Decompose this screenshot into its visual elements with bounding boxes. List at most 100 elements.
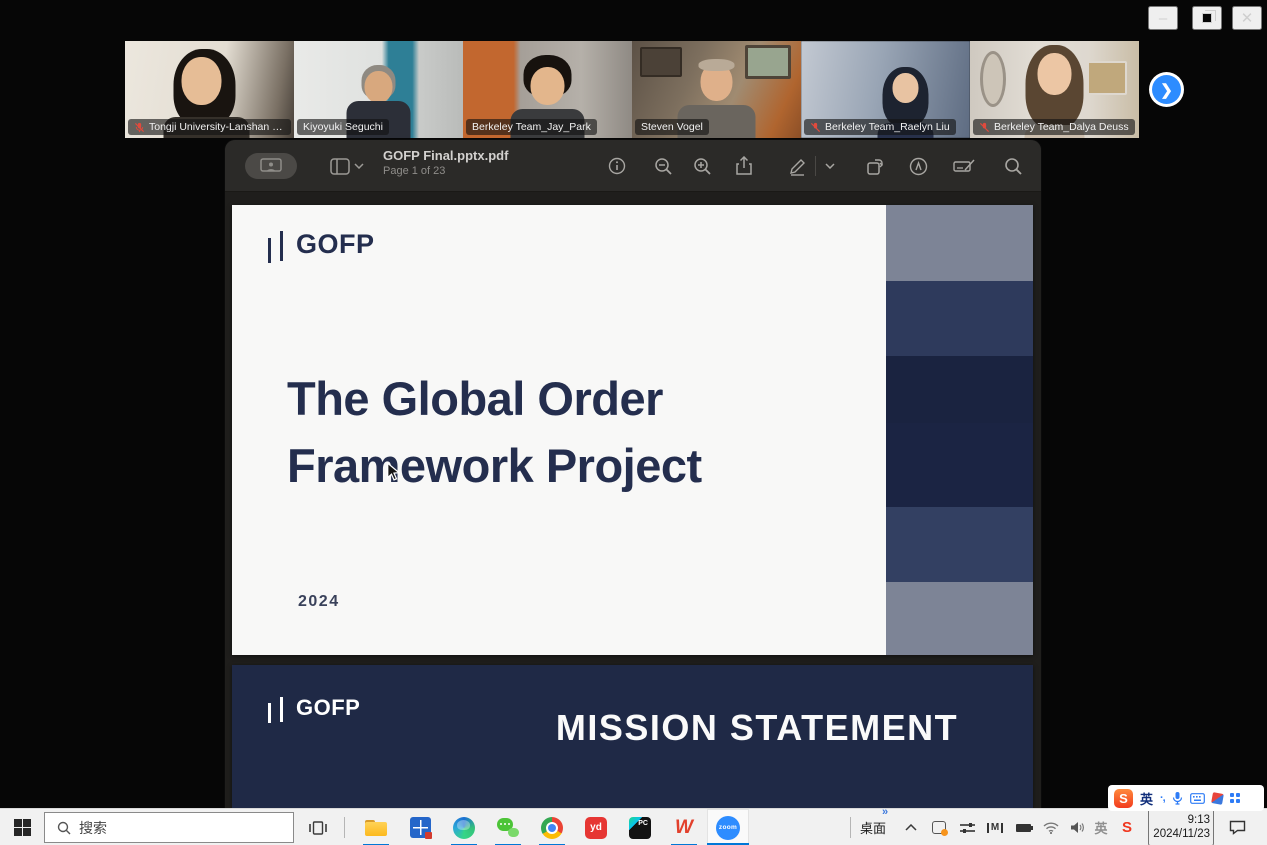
task-view-button[interactable]: [300, 809, 336, 845]
participant-tile[interactable]: Tongji University-Lanshan Gui: [125, 41, 294, 138]
slide-title-line1: The Global Order: [287, 365, 702, 432]
share-button[interactable]: [729, 153, 759, 179]
clock-time: 9:13: [1188, 814, 1210, 828]
screen-share-pill-button[interactable]: [245, 153, 297, 179]
zoom-out-icon: [654, 157, 673, 176]
participant-tile[interactable]: Berkeley Team_Raelyn Liu: [801, 41, 970, 138]
sogou-tray-icon[interactable]: S: [1116, 809, 1138, 845]
slide-year: 2024: [298, 593, 340, 611]
media-app-tray-icon[interactable]: M: [982, 809, 1008, 845]
desktop-toolbar-overflow-chevron[interactable]: »: [882, 806, 888, 818]
chevron-up-icon: [905, 824, 917, 831]
zoom-in-icon: [693, 157, 712, 176]
logo-bar: [280, 697, 283, 722]
slide-title-line2: Framework Project: [287, 432, 702, 499]
logo-bar: [268, 238, 271, 263]
taskbar-app-file-explorer[interactable]: [355, 809, 397, 845]
markup-menu-button[interactable]: [821, 153, 839, 179]
ime-voice-icon[interactable]: [1172, 791, 1183, 805]
meeting-screen: – ✕ Tongji University-Lanshan Gui: [0, 0, 1267, 845]
ime-language-toggle[interactable]: 英: [1140, 789, 1153, 808]
logo-bar: [280, 231, 283, 261]
taskbar-app-grid[interactable]: [399, 809, 441, 845]
windows-logo-icon: [14, 819, 31, 836]
ime-skin-icon[interactable]: [1211, 792, 1224, 805]
video-filmstrip: Tongji University-Lanshan Gui Kiyoyuki S…: [125, 41, 1139, 138]
participant-name: Berkeley Team_Dalya Deuss: [994, 121, 1129, 133]
muted-mic-icon: [134, 122, 145, 133]
restore-button[interactable]: [1192, 6, 1222, 30]
filmstrip-next-button[interactable]: ❯: [1149, 72, 1184, 107]
taskbar-app-pycharm[interactable]: PC: [619, 809, 661, 845]
zoom-in-button[interactable]: [687, 153, 717, 179]
battery-icon: [1016, 824, 1031, 832]
participant-tile[interactable]: Kiyoyuki Seguchi: [294, 41, 463, 138]
participant-tile-active-speaker[interactable]: Berkeley Team_Jay_Park: [463, 41, 632, 138]
taskbar-app-chrome[interactable]: [531, 809, 573, 845]
participant-tile[interactable]: Berkeley Team_Dalya Deuss: [970, 41, 1139, 138]
info-button[interactable]: [602, 153, 632, 179]
minimize-button[interactable]: –: [1148, 6, 1178, 30]
wifi-tray-icon[interactable]: [1038, 809, 1064, 845]
ime-language-tray-indicator[interactable]: 英: [1090, 809, 1112, 845]
battery-tray-icon[interactable]: [1010, 809, 1036, 845]
search-placeholder: 搜索: [79, 818, 107, 838]
participant-tile[interactable]: Steven Vogel: [632, 41, 801, 138]
ime-toolbox-icon[interactable]: [1230, 793, 1240, 803]
search-icon: [1004, 157, 1023, 176]
action-center-button[interactable]: [1224, 809, 1250, 845]
zoom-out-button[interactable]: [648, 153, 678, 179]
color-band: [886, 507, 1033, 582]
toolbar-divider: [815, 156, 816, 176]
highlight-button[interactable]: [903, 153, 933, 179]
task-view-icon: [309, 821, 327, 835]
taskbar-app-youdao[interactable]: yd: [575, 809, 617, 845]
participant-name-chip: Kiyoyuki Seguchi: [297, 119, 389, 135]
rotate-button[interactable]: [859, 153, 889, 179]
app-grid-icon: [410, 817, 431, 838]
taskbar-app-edge[interactable]: [443, 809, 485, 845]
participant-name: Steven Vogel: [641, 121, 703, 133]
participant-name-chip: Berkeley Team_Dalya Deuss: [973, 119, 1135, 135]
taskbar-app-wps[interactable]: W: [663, 809, 705, 845]
taskbar-app-zoom[interactable]: zoom: [707, 809, 749, 845]
taskbar-divider: [850, 817, 851, 838]
sogou-logo-icon[interactable]: S: [1114, 789, 1133, 808]
rotate-icon: [865, 157, 884, 176]
markup-button[interactable]: [782, 153, 812, 179]
slide-color-bands: [886, 205, 1033, 655]
participant-name: Berkeley Team_Raelyn Liu: [825, 121, 950, 133]
chevron-down-icon: [354, 163, 364, 169]
capture-tool-tray-icon[interactable]: [926, 809, 952, 845]
document-title-block: GOFP Final.pptx.pdf Page 1 of 23: [383, 148, 508, 177]
logo-bar: [268, 703, 271, 723]
search-input[interactable]: 搜索: [44, 812, 294, 843]
youdao-icon: yd: [585, 817, 607, 839]
start-button[interactable]: [0, 809, 44, 845]
restore-icon: [1202, 13, 1212, 23]
fill-sign-button[interactable]: [949, 153, 979, 179]
page-status: Page 1 of 23: [383, 165, 508, 177]
clock[interactable]: 9:13 2024/11/23: [1148, 809, 1214, 845]
hidden-icons-button[interactable]: [898, 809, 924, 845]
search-icon: [57, 821, 71, 835]
sidebar-menu-button[interactable]: [351, 153, 367, 179]
ime-keyboard-icon[interactable]: [1190, 793, 1205, 804]
participant-name-chip: Steven Vogel: [635, 119, 709, 135]
ime-punctuation-toggle[interactable]: ·,: [1160, 792, 1165, 804]
settings-sliders-tray-icon[interactable]: [954, 809, 980, 845]
badge: [425, 832, 432, 839]
logo-text: GOFP: [296, 229, 375, 260]
taskbar-app-wechat[interactable]: [487, 809, 529, 845]
sidebar-icon: [330, 158, 350, 175]
file-explorer-icon: [365, 820, 387, 836]
slide-title: The Global Order Framework Project: [287, 365, 702, 499]
pdf-page-2: GOFP MISSION STATEMENT: [232, 665, 1033, 808]
muted-mic-icon: [810, 122, 821, 133]
sliders-icon: [960, 822, 975, 834]
close-button[interactable]: ✕: [1232, 6, 1262, 30]
search-button[interactable]: [998, 153, 1028, 179]
volume-tray-icon[interactable]: [1064, 809, 1090, 845]
share-icon: [735, 156, 753, 176]
sogou-s-glyph: S: [1122, 819, 1132, 836]
